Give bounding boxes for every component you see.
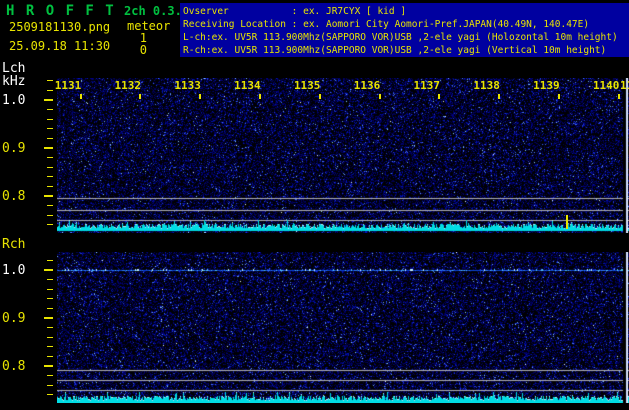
- time-label: 1139: [533, 79, 560, 92]
- freq-major-tick: [44, 317, 53, 319]
- minute-tick: [438, 94, 440, 99]
- lch-freq-label: 1.0: [2, 93, 25, 108]
- freq-minor-tick: [47, 176, 53, 177]
- freq-minor-tick: [47, 90, 53, 91]
- lch-spectrogram-canvas: [57, 78, 629, 233]
- rch-rig-line: R-ch:ex. UV5R 113.900Mhz(SAPPORO VOR)USB…: [183, 44, 629, 57]
- freq-minor-tick: [47, 375, 53, 376]
- freq-minor-tick: [47, 157, 53, 158]
- time-label: 1131: [55, 79, 82, 92]
- khz-unit-label: kHz: [2, 74, 25, 89]
- lch-freq-label: 0.9: [2, 141, 25, 156]
- freq-minor-tick: [47, 80, 53, 81]
- datetime-label: 25.09.18 11:30: [9, 39, 110, 53]
- freq-minor-tick: [47, 109, 53, 110]
- rch-channel-label: Rch: [2, 237, 25, 252]
- time-label: 1132: [115, 79, 142, 92]
- freq-minor-tick: [47, 260, 53, 261]
- minute-tick: [319, 94, 321, 99]
- freq-minor-tick: [47, 394, 53, 395]
- freq-minor-tick: [47, 308, 53, 309]
- hrofft-window: H R O F F T 2ch 0.3.0 2509181130.png met…: [0, 0, 629, 410]
- time-label: 1136: [354, 79, 381, 92]
- rch-freq-label: 1.0: [2, 263, 25, 278]
- app-title: H R O F F T: [6, 3, 115, 19]
- minute-tick: [618, 94, 620, 99]
- time-label: 1135: [294, 79, 321, 92]
- time-label: 1138: [473, 79, 500, 92]
- freq-minor-tick: [47, 128, 53, 129]
- freq-minor-tick: [47, 138, 53, 139]
- output-filename: 2509181130.png: [9, 20, 110, 34]
- minute-tick: [259, 94, 261, 99]
- rch-freq-label: 0.8: [2, 359, 25, 374]
- freq-major-tick: [44, 147, 53, 149]
- freq-minor-tick: [47, 215, 53, 216]
- meteor-echo-mark: [566, 215, 568, 229]
- minute-tick: [379, 94, 381, 99]
- rch-freq-label: 0.9: [2, 311, 25, 326]
- time-label: 1140: [593, 79, 620, 92]
- freq-major-tick: [44, 99, 53, 101]
- minute-tick: [80, 94, 82, 99]
- minute-tick: [139, 94, 141, 99]
- freq-major-tick: [44, 195, 53, 197]
- lch-rig-line: L-ch:ex. UV5R 113.900Mhz(SAPPORO VOR)USB…: [183, 31, 629, 44]
- observer-info-panel: Ovserver : ex. JR7CYX [ kid ] Receiving …: [180, 3, 629, 57]
- freq-minor-tick: [47, 186, 53, 187]
- freq-minor-tick: [47, 279, 53, 280]
- freq-major-tick: [44, 365, 53, 367]
- rch-meteor-count: 0: [119, 43, 147, 57]
- freq-major-tick: [44, 269, 53, 271]
- time-label: 1137: [414, 79, 441, 92]
- freq-minor-tick: [47, 327, 53, 328]
- freq-minor-tick: [47, 356, 53, 357]
- freq-minor-tick: [47, 205, 53, 206]
- freq-minor-tick: [47, 224, 53, 225]
- time-label: 1134: [234, 79, 261, 92]
- rch-spectrogram-canvas: [57, 252, 629, 403]
- minute-tick: [199, 94, 201, 99]
- minute-tick: [558, 94, 560, 99]
- time-label: 1133: [174, 79, 201, 92]
- location-line: Receiving Location : ex. Aomori City Aom…: [183, 18, 629, 31]
- freq-minor-tick: [47, 119, 53, 120]
- freq-minor-tick: [47, 337, 53, 338]
- freq-minor-tick: [47, 298, 53, 299]
- time-label-partial: 11: [620, 79, 629, 92]
- freq-minor-tick: [47, 346, 53, 347]
- freq-minor-tick: [47, 385, 53, 386]
- freq-minor-tick: [47, 289, 53, 290]
- minute-tick: [498, 94, 500, 99]
- observer-line: Ovserver : ex. JR7CYX [ kid ]: [183, 5, 629, 18]
- freq-minor-tick: [47, 167, 53, 168]
- lch-freq-label: 0.8: [2, 189, 25, 204]
